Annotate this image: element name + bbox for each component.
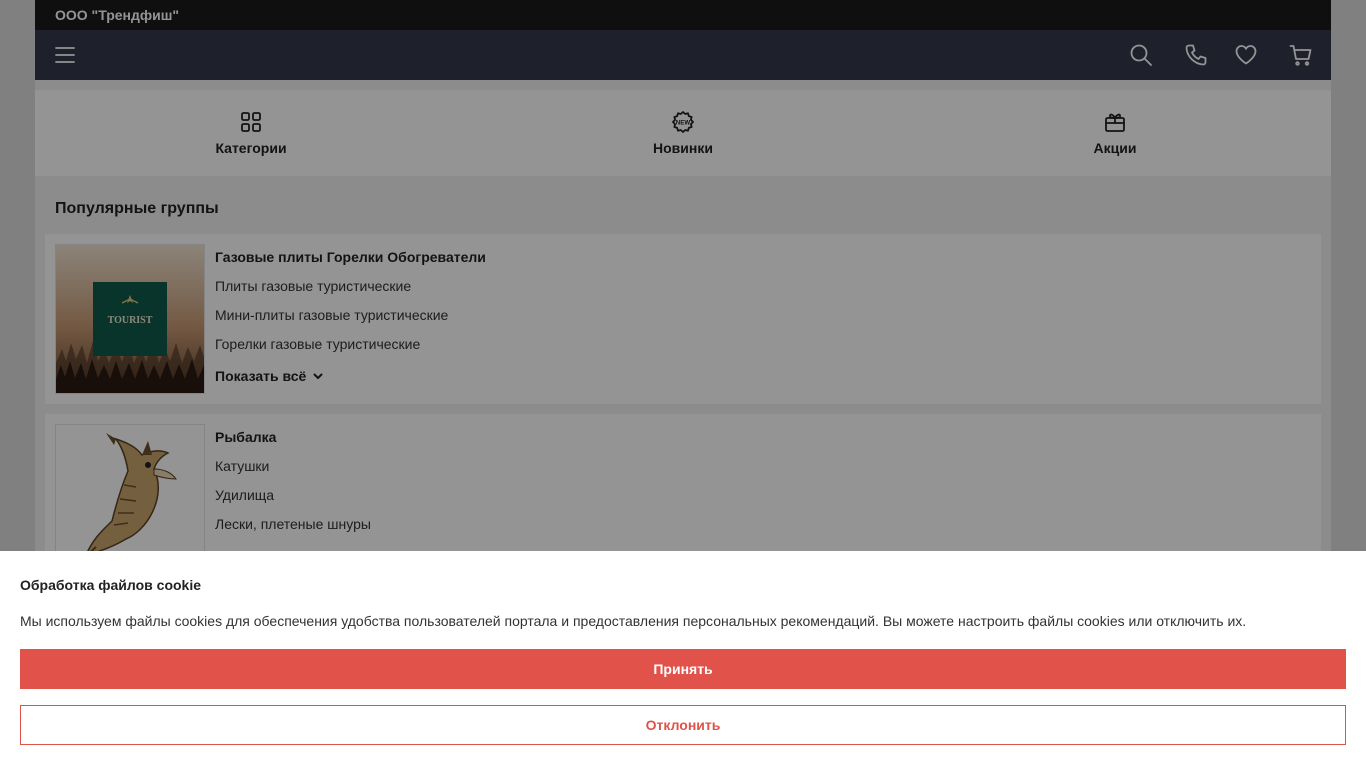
decline-cookies-button[interactable]: Отклонить xyxy=(20,705,1346,745)
cookie-text: Мы используем файлы cookies для обеспече… xyxy=(20,613,1247,629)
cookie-title: Обработка файлов cookie xyxy=(20,577,202,593)
cookie-banner: Обработка файлов cookie Мы используем фа… xyxy=(0,551,1366,768)
accept-cookies-button[interactable]: Принять xyxy=(20,649,1346,689)
